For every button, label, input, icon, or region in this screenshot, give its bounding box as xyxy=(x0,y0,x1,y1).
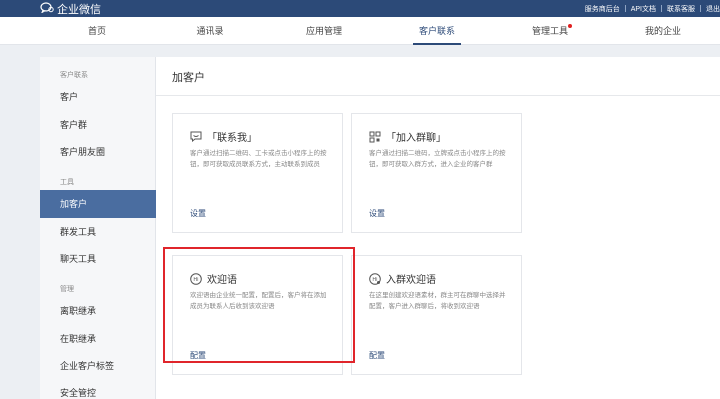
sidebar-section-title: 管理 xyxy=(60,286,74,293)
sidebar-item-security[interactable]: 安全管控 xyxy=(40,379,156,399)
group-qr-icon xyxy=(369,131,381,143)
card-title: 「联系我」 xyxy=(207,133,257,144)
card-description: 客户通过扫描二维码、工卡或点击小程序上的按钮，即可获取成员联系方式，主动联系到成… xyxy=(190,150,327,168)
sidebar-item-moments[interactable]: 客户朋友圈 xyxy=(40,138,156,166)
sidebar-item-customers[interactable]: 客户 xyxy=(40,83,156,111)
tab-my-enterprise[interactable]: 我的企业 xyxy=(623,17,703,45)
link-service-backend[interactable]: 服务商后台 xyxy=(585,4,620,14)
card-group-welcome: Hi 入群欢迎语 在这里创建欢迎语素材，群主可在群聊中选择并配置，客户进入群聊后… xyxy=(351,255,522,375)
wecom-logo-icon xyxy=(40,1,57,16)
sidebar-item-add-customer[interactable]: 加客户 xyxy=(40,190,156,218)
card-join-group: 「加入群聊」 客户通过扫描二维码，立牌或点击小程序上的按钮，即可获取入群方式，进… xyxy=(351,113,522,233)
top-bar: 企业微信 服务商后台 API文档 联系客服 退出 xyxy=(0,0,720,17)
tab-home[interactable]: 首页 xyxy=(57,17,137,45)
highlight-box xyxy=(163,247,355,363)
link-api-docs[interactable]: API文档 xyxy=(631,4,656,14)
sidebar-item-onjob-inheritance[interactable]: 在职继承 xyxy=(40,325,156,353)
tab-management-tools[interactable]: 管理工具 xyxy=(510,17,590,45)
notification-badge xyxy=(568,24,572,28)
sidebar: 客户联系 客户 客户群 客户朋友圈 工具 加客户 群发工具 聊天工具 管理 离职… xyxy=(40,57,156,399)
page-title: 加客户 xyxy=(172,72,205,84)
hi-group-icon: Hi xyxy=(369,272,381,285)
tab-contacts[interactable]: 通讯录 xyxy=(170,17,250,45)
separator xyxy=(700,5,701,12)
card-settings-link[interactable]: 设置 xyxy=(190,208,206,219)
card-title: 入群欢迎语 xyxy=(386,275,436,286)
sidebar-section-title: 工具 xyxy=(60,179,74,186)
sidebar-section-title: 客户联系 xyxy=(60,72,88,79)
divider xyxy=(156,95,720,96)
card-description: 客户通过扫描二维码，立牌或点击小程序上的按钮，即可获取入群方式，进入企业的客户群 xyxy=(369,150,506,168)
top-links: 服务商后台 API文档 联系客服 退出 xyxy=(585,0,720,17)
card-contact-me: 「联系我」 客户通过扫描二维码、工卡或点击小程序上的按钮，即可获取成员联系方式，… xyxy=(172,113,343,233)
separator xyxy=(661,5,662,12)
sidebar-item-customer-tags[interactable]: 企业客户标签 xyxy=(40,352,156,380)
card-description: 在这里创建欢迎语素材，群主可在群聊中选择并配置，客户进入群聊后，将收到欢迎语 xyxy=(369,292,506,310)
sidebar-item-resigned-inheritance[interactable]: 离职继承 xyxy=(40,297,156,325)
sidebar-item-broadcast-tools[interactable]: 群发工具 xyxy=(40,218,156,246)
svg-text:Hi: Hi xyxy=(372,277,377,283)
app-name: 企业微信 xyxy=(57,3,101,16)
app-logo[interactable]: 企业微信 xyxy=(40,1,101,16)
card-configure-link[interactable]: 配置 xyxy=(369,350,385,361)
tab-customer-contact[interactable]: 客户联系 xyxy=(397,17,477,45)
link-logout[interactable]: 退出 xyxy=(706,4,720,14)
main-nav: 首页 通讯录 应用管理 客户联系 管理工具 我的企业 xyxy=(0,17,720,45)
card-title: 「加入群聊」 xyxy=(386,133,446,144)
sidebar-item-chat-tools[interactable]: 聊天工具 xyxy=(40,245,156,273)
tab-app-management[interactable]: 应用管理 xyxy=(284,17,364,45)
card-settings-link[interactable]: 设置 xyxy=(369,208,385,219)
separator xyxy=(624,5,626,12)
chat-bubble-icon xyxy=(190,131,202,143)
sidebar-item-customer-groups[interactable]: 客户群 xyxy=(40,111,156,139)
link-support[interactable]: 联系客服 xyxy=(667,4,695,14)
